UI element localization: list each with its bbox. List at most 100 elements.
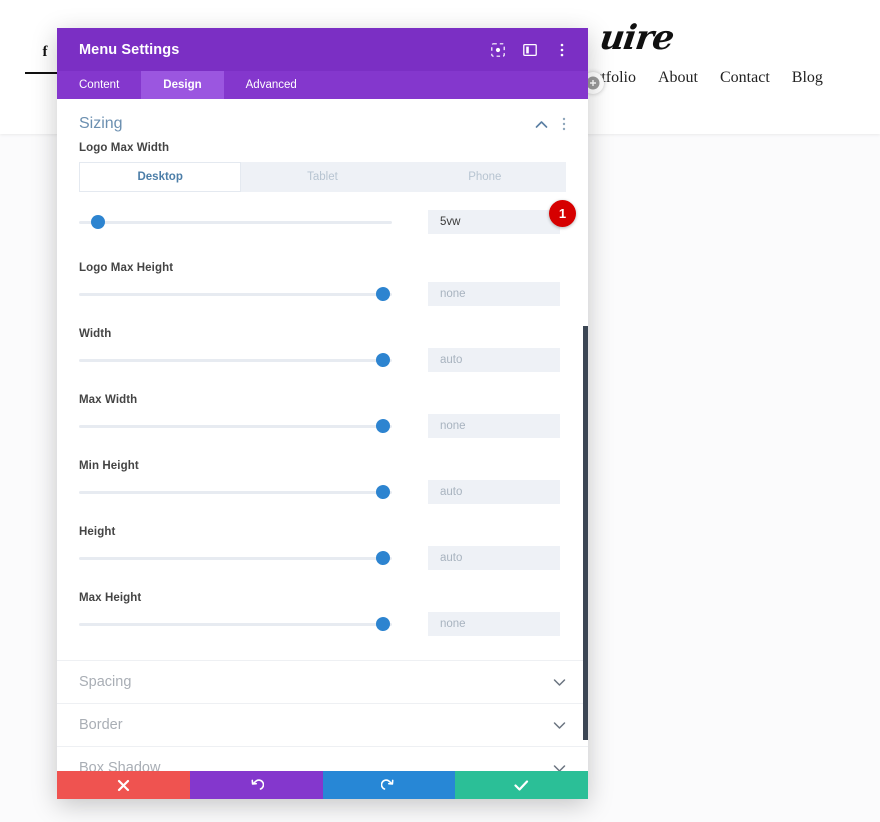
page-root: f uire rtfolio About Contact Blog Menu S… — [0, 0, 880, 822]
chevron-down-icon[interactable] — [553, 721, 566, 730]
slider-row: auto — [79, 480, 566, 504]
section-row-box-shadow[interactable]: Box Shadow — [57, 746, 588, 771]
slider-track — [79, 557, 392, 560]
slider-track — [79, 293, 392, 296]
slider-track — [79, 425, 392, 428]
row-spacer — [79, 240, 566, 262]
slider-max-width[interactable] — [79, 415, 392, 437]
field-max-height: Max Height none — [79, 592, 566, 636]
slider-thumb[interactable] — [90, 215, 105, 229]
slider-row: none — [79, 612, 566, 636]
slider-thumb[interactable] — [375, 353, 390, 367]
nav-item-blog[interactable]: Blog — [792, 69, 823, 87]
device-tab-desktop[interactable]: Desktop — [79, 162, 242, 192]
row-spacer — [79, 510, 566, 526]
slider-row: 5vw — [79, 210, 566, 234]
device-tab-phone[interactable]: Phone — [403, 162, 566, 192]
slider-max-height[interactable] — [79, 613, 392, 635]
field-label: Logo Max Width — [79, 142, 170, 154]
tab-content[interactable]: Content — [57, 71, 141, 99]
row-spacer — [79, 444, 566, 460]
menu-settings-modal: Menu Settings Content Design Advanced Si… — [57, 28, 588, 799]
modal-scrollbar[interactable] — [583, 326, 588, 740]
more-vertical-icon[interactable] — [562, 117, 566, 131]
value-input-max-width[interactable]: none — [428, 414, 560, 438]
notification-badge[interactable]: 1 — [549, 200, 576, 227]
section-row-spacing[interactable]: Spacing — [57, 660, 588, 703]
slider-row: none — [79, 282, 566, 306]
slider-thumb[interactable] — [375, 419, 390, 433]
slider-row: none — [79, 414, 566, 438]
settings-scroll-area: Sizing Logo Max Width Desktop Tablet Pho… — [57, 99, 588, 771]
value-input-min-height[interactable]: auto — [428, 480, 560, 504]
chevron-down-icon[interactable] — [553, 764, 566, 771]
titlebar-actions — [490, 42, 570, 58]
slider-width[interactable] — [79, 349, 392, 371]
field-logo-max-width: Logo Max Width Desktop Tablet Phone 5vw — [79, 142, 566, 234]
slider-thumb[interactable] — [375, 551, 390, 565]
cancel-button[interactable] — [57, 771, 190, 799]
site-logo[interactable]: uire — [597, 18, 676, 58]
focus-target-icon[interactable] — [490, 42, 506, 58]
field-label: Max Width — [79, 394, 138, 406]
nav-item-contact[interactable]: Contact — [720, 69, 770, 87]
slider-thumb[interactable] — [375, 485, 390, 499]
value-input-height[interactable]: auto — [428, 546, 560, 570]
field-width: Width auto — [79, 328, 566, 372]
section-title: Sizing — [79, 115, 123, 132]
row-spacer — [79, 312, 566, 328]
slider-min-height[interactable] — [79, 481, 392, 503]
redo-button[interactable] — [322, 771, 456, 799]
save-button[interactable] — [455, 771, 588, 799]
slider-height[interactable] — [79, 547, 392, 569]
value-input-width[interactable]: auto — [428, 348, 560, 372]
slider-track — [79, 623, 392, 626]
field-label: Min Height — [79, 460, 139, 472]
field-min-height: Min Height auto — [79, 460, 566, 504]
sizing-fields: Logo Max Width Desktop Tablet Phone 5vw — [57, 133, 588, 636]
more-vertical-icon[interactable] — [554, 42, 570, 58]
section-label: Border — [79, 717, 123, 733]
field-label: Height — [79, 526, 116, 538]
slider-logo-max-height[interactable] — [79, 283, 392, 305]
slider-row: auto — [79, 348, 566, 372]
value-input-logo-max-height[interactable]: none — [428, 282, 560, 306]
slider-track — [79, 221, 392, 224]
slider-track — [79, 359, 392, 362]
modal-body: Sizing Logo Max Width Desktop Tablet Pho… — [57, 99, 588, 771]
modal-title: Menu Settings — [79, 41, 180, 58]
slider-thumb[interactable] — [375, 287, 390, 301]
site-nav: rtfolio About Contact Blog — [596, 69, 823, 87]
field-height: Height auto — [79, 526, 566, 570]
chevron-up-icon[interactable] — [535, 120, 548, 129]
field-logo-max-height: Logo Max Height none — [79, 262, 566, 306]
modal-titlebar: Menu Settings — [57, 28, 588, 71]
device-tab-tablet[interactable]: Tablet — [241, 162, 404, 192]
field-label: Width — [79, 328, 112, 340]
device-tabs: Desktop Tablet Phone — [79, 162, 566, 192]
collapsed-sections: Spacing Border Box Shadow — [57, 660, 588, 771]
layout-panel-icon[interactable] — [522, 42, 538, 58]
field-max-width: Max Width none — [79, 394, 566, 438]
field-label: Logo Max Height — [79, 262, 174, 274]
chevron-down-icon[interactable] — [553, 678, 566, 687]
slider-track — [79, 491, 392, 494]
slider-row: auto — [79, 546, 566, 570]
tab-advanced[interactable]: Advanced — [224, 71, 319, 99]
tab-design[interactable]: Design — [141, 71, 224, 99]
row-spacer — [79, 378, 566, 394]
value-input-logo-max-width[interactable]: 5vw — [428, 210, 560, 234]
section-label: Spacing — [79, 674, 132, 690]
row-spacer — [79, 576, 566, 592]
modal-tabs: Content Design Advanced — [57, 71, 588, 99]
slider-thumb[interactable] — [375, 617, 390, 631]
field-label: Max Height — [79, 592, 142, 604]
undo-button[interactable] — [189, 771, 323, 799]
slider-logo-max-width[interactable] — [79, 211, 392, 233]
section-header-sizing[interactable]: Sizing — [57, 99, 588, 133]
section-actions — [535, 117, 566, 131]
nav-item-about[interactable]: About — [658, 69, 698, 87]
value-input-max-height[interactable]: none — [428, 612, 560, 636]
modal-footer — [57, 771, 588, 799]
section-row-border[interactable]: Border — [57, 703, 588, 746]
